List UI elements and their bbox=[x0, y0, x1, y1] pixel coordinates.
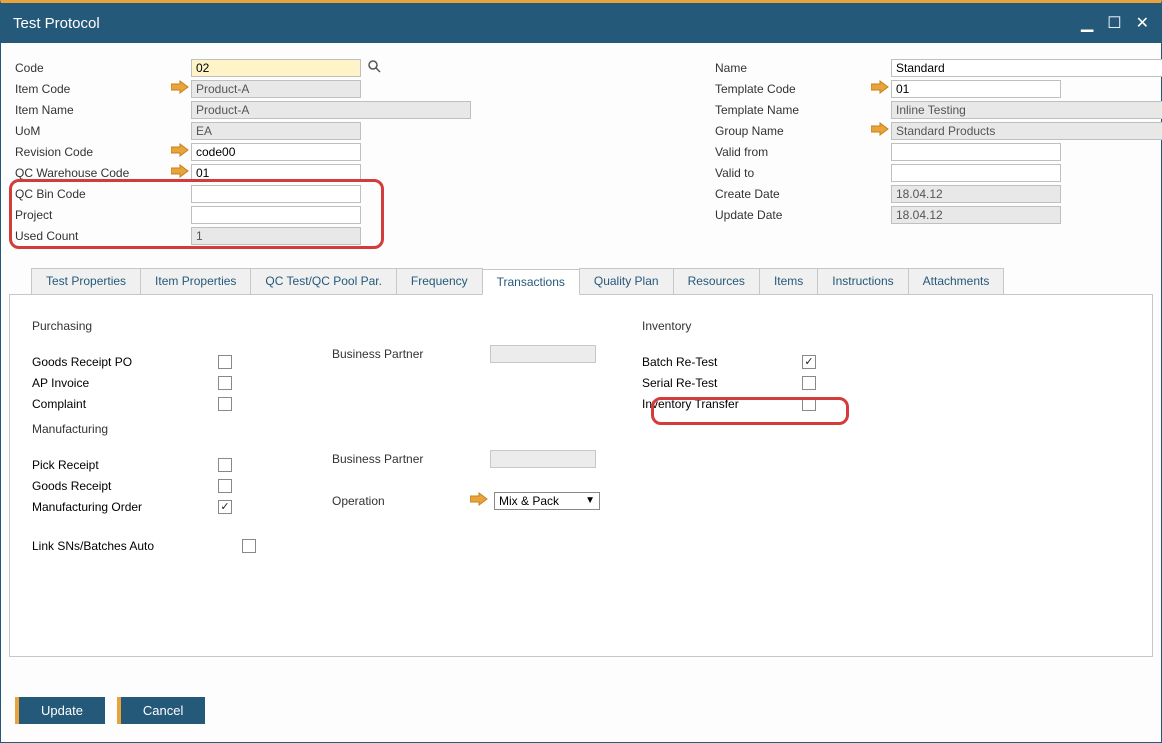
template-code-field[interactable] bbox=[891, 80, 1061, 98]
link-arrow-icon[interactable] bbox=[171, 80, 189, 97]
ap-invoice-checkbox[interactable] bbox=[218, 376, 232, 390]
update-button[interactable]: Update bbox=[15, 697, 105, 724]
pick-receipt-label: Pick Receipt bbox=[32, 458, 218, 472]
project-label: Project bbox=[13, 208, 191, 222]
business-partner-label-2: Business Partner bbox=[332, 452, 482, 466]
serial-retest-label: Serial Re-Test bbox=[642, 376, 802, 390]
qc-bin-label: QC Bin Code bbox=[13, 187, 191, 201]
valid-to-field[interactable] bbox=[891, 164, 1061, 182]
group-name-label: Group Name bbox=[713, 124, 891, 138]
manufacturing-order-checkbox[interactable] bbox=[218, 500, 232, 514]
qc-bin-field[interactable] bbox=[191, 185, 361, 203]
name-label: Name bbox=[713, 61, 891, 75]
tab-frequency[interactable]: Frequency bbox=[396, 268, 483, 294]
tab-instructions[interactable]: Instructions bbox=[817, 268, 908, 294]
complaint-label: Complaint bbox=[32, 397, 218, 411]
link-sns-checkbox[interactable] bbox=[242, 539, 256, 553]
valid-from-label: Valid from bbox=[713, 145, 891, 159]
tab-item-properties[interactable]: Item Properties bbox=[140, 268, 251, 294]
close-icon[interactable]: ✕ bbox=[1136, 13, 1149, 33]
update-date-label: Update Date bbox=[713, 208, 891, 222]
used-count-label: Used Count bbox=[13, 229, 191, 243]
business-partner-field[interactable] bbox=[490, 345, 596, 363]
update-date-field: 18.04.12 bbox=[891, 206, 1061, 224]
right-column: Name Template Code Template Name Inline … bbox=[713, 57, 1162, 246]
minimize-icon[interactable]: ▁ bbox=[1081, 13, 1093, 33]
create-date-field: 18.04.12 bbox=[891, 185, 1061, 203]
link-arrow-icon[interactable] bbox=[171, 143, 189, 160]
link-arrow-icon[interactable] bbox=[871, 80, 889, 97]
titlebar: Test Protocol ▁ ☐ ✕ bbox=[1, 3, 1161, 43]
template-name-label: Template Name bbox=[713, 103, 891, 117]
valid-to-label: Valid to bbox=[713, 166, 891, 180]
operation-dropdown[interactable]: Mix & Pack ▼ bbox=[494, 492, 600, 510]
uom-label: UoM bbox=[13, 124, 191, 138]
operation-value: Mix & Pack bbox=[499, 494, 559, 508]
code-label: Code bbox=[13, 61, 191, 75]
business-partner-field-2[interactable] bbox=[490, 450, 596, 468]
purchasing-title: Purchasing bbox=[32, 319, 332, 333]
link-arrow-icon[interactable] bbox=[470, 492, 488, 509]
uom-field: EA bbox=[191, 122, 361, 140]
template-code-label: Template Code bbox=[713, 82, 891, 96]
tab-qc-test-pool[interactable]: QC Test/QC Pool Par. bbox=[250, 268, 397, 294]
batch-retest-checkbox[interactable] bbox=[802, 355, 816, 369]
serial-retest-checkbox[interactable] bbox=[802, 376, 816, 390]
tab-strip: Test Properties Item Properties QC Test/… bbox=[9, 268, 1153, 295]
inventory-title: Inventory bbox=[642, 319, 942, 333]
goods-receipt-checkbox[interactable] bbox=[218, 479, 232, 493]
group-name-field[interactable]: Standard Products bbox=[891, 122, 1162, 140]
tab-attachments[interactable]: Attachments bbox=[908, 268, 1005, 294]
tab-items[interactable]: Items bbox=[759, 268, 818, 294]
item-name-label: Item Name bbox=[13, 103, 191, 117]
batch-retest-label: Batch Re-Test bbox=[642, 355, 802, 369]
item-name-field: Product-A bbox=[191, 101, 471, 119]
link-arrow-icon[interactable] bbox=[871, 122, 889, 139]
valid-from-field[interactable] bbox=[891, 143, 1061, 161]
operation-label: Operation bbox=[332, 494, 462, 508]
chevron-down-icon: ▼ bbox=[585, 495, 595, 506]
link-arrow-icon[interactable] bbox=[171, 164, 189, 181]
template-name-field: Inline Testing bbox=[891, 101, 1162, 119]
manufacturing-title: Manufacturing bbox=[32, 422, 332, 436]
goods-receipt-po-checkbox[interactable] bbox=[218, 355, 232, 369]
item-code-label: Item Code bbox=[13, 82, 191, 96]
business-partner-label: Business Partner bbox=[332, 347, 482, 361]
goods-receipt-po-label: Goods Receipt PO bbox=[32, 355, 218, 369]
left-column: Code Item Code Product-A Item Name Produ… bbox=[13, 57, 473, 246]
tab-test-properties[interactable]: Test Properties bbox=[31, 268, 141, 294]
revision-code-field[interactable] bbox=[191, 143, 361, 161]
pick-receipt-checkbox[interactable] bbox=[218, 458, 232, 472]
qc-wh-field[interactable] bbox=[191, 164, 361, 182]
goods-receipt-label: Goods Receipt bbox=[32, 479, 218, 493]
window-title: Test Protocol bbox=[13, 15, 100, 32]
project-field[interactable] bbox=[191, 206, 361, 224]
item-code-field[interactable]: Product-A bbox=[191, 80, 361, 98]
window-controls: ▁ ☐ ✕ bbox=[1081, 13, 1149, 33]
used-count-field: 1 bbox=[191, 227, 361, 245]
create-date-label: Create Date bbox=[713, 187, 891, 201]
inventory-transfer-checkbox[interactable] bbox=[802, 397, 816, 411]
name-field[interactable] bbox=[891, 59, 1162, 77]
content-area: Code Item Code Product-A Item Name Produ… bbox=[1, 43, 1161, 742]
maximize-icon[interactable]: ☐ bbox=[1107, 13, 1121, 33]
ap-invoice-label: AP Invoice bbox=[32, 376, 218, 390]
link-sns-label: Link SNs/Batches Auto bbox=[32, 539, 242, 553]
complaint-checkbox[interactable] bbox=[218, 397, 232, 411]
manufacturing-order-label: Manufacturing Order bbox=[32, 500, 218, 514]
header-form: Code Item Code Product-A Item Name Produ… bbox=[9, 57, 1153, 246]
qc-wh-label: QC Warehouse Code bbox=[13, 166, 191, 180]
transactions-panel: Purchasing Goods Receipt PO AP Invoice C… bbox=[9, 295, 1153, 657]
tab-resources[interactable]: Resources bbox=[673, 268, 760, 294]
inventory-transfer-label: Inventory Transfer bbox=[642, 397, 802, 411]
cancel-button[interactable]: Cancel bbox=[117, 697, 205, 724]
window: Test Protocol ▁ ☐ ✕ Code Item Code bbox=[0, 0, 1162, 743]
tab-quality-plan[interactable]: Quality Plan bbox=[579, 268, 674, 294]
action-buttons: Update Cancel bbox=[15, 697, 205, 724]
code-field[interactable] bbox=[191, 59, 361, 77]
revision-code-label: Revision Code bbox=[13, 145, 191, 159]
lookup-icon[interactable] bbox=[367, 59, 381, 76]
tab-transactions[interactable]: Transactions bbox=[482, 269, 580, 295]
